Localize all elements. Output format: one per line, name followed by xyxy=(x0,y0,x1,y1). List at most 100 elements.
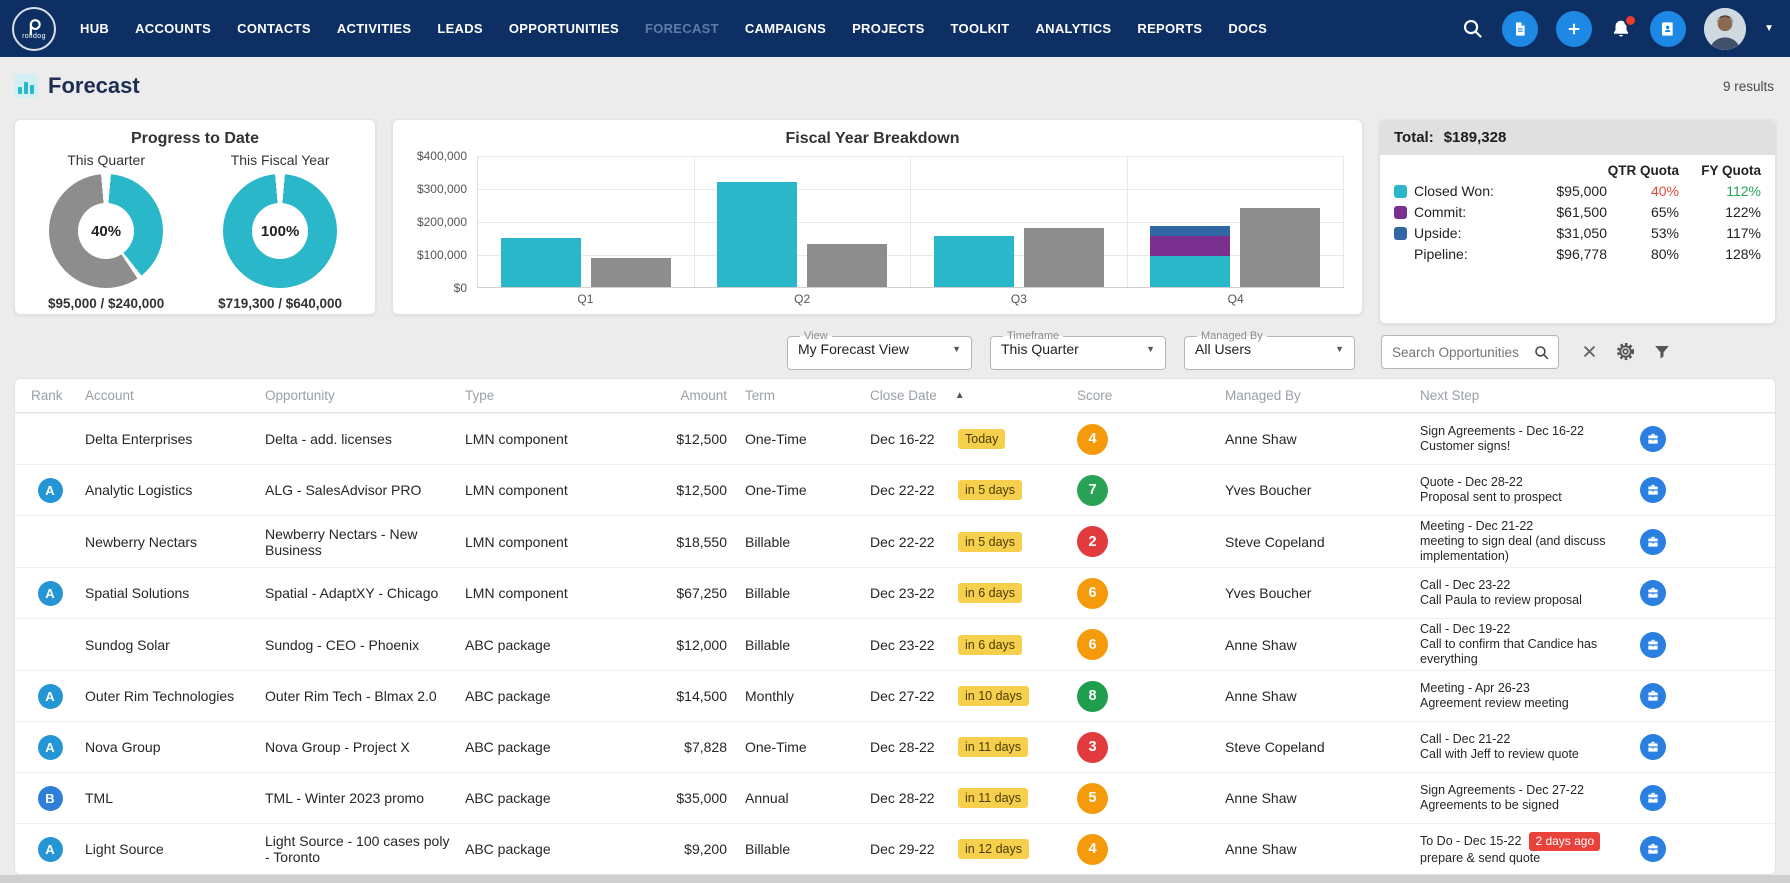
documents-icon[interactable] xyxy=(1502,10,1539,47)
table-row-delta-enterprises[interactable]: Delta Enterprises Delta - add. licenses LM… xyxy=(15,413,1775,464)
nav-item-leads[interactable]: LEADS xyxy=(437,21,483,36)
close-date-value: Dec 23-22 xyxy=(870,636,935,653)
cell-rank: A xyxy=(15,732,85,763)
bar-segment-closed-won xyxy=(1150,255,1231,287)
managed-by-select[interactable]: Managed By All Users ▼ xyxy=(1184,330,1355,370)
opportunity-link-icon[interactable] xyxy=(1640,426,1666,452)
nav-item-opportunities[interactable]: OPPORTUNITIES xyxy=(509,21,619,36)
totals-row-amount: $31,050 xyxy=(1556,225,1607,241)
next-step-line1: Meeting - Apr 26-23 xyxy=(1420,681,1530,695)
donut-label: This Fiscal Year xyxy=(230,152,330,168)
table-body: Delta Enterprises Delta - add. licenses LM… xyxy=(15,413,1775,874)
cell-type: ABC package xyxy=(465,739,551,755)
nav-item-campaigns[interactable]: CAMPAIGNS xyxy=(745,21,826,36)
nav-item-projects[interactable]: PROJECTS xyxy=(852,21,924,36)
column-header-term[interactable]: Term xyxy=(745,385,870,406)
progress-card-title: Progress to Date xyxy=(130,130,260,147)
due-badge: in 12 days xyxy=(958,839,1029,859)
nav-item-accounts[interactable]: ACCOUNTS xyxy=(135,21,211,36)
opportunity-link-icon[interactable] xyxy=(1640,683,1666,709)
opportunity-link-icon[interactable] xyxy=(1640,734,1666,760)
nav-item-reports[interactable]: REPORTS xyxy=(1137,21,1202,36)
opportunity-link-icon[interactable] xyxy=(1640,528,1666,555)
column-header-opportunity[interactable]: Opportunity xyxy=(265,385,465,406)
bar-segment-closed-won xyxy=(717,182,798,287)
table-row-nova-group[interactable]: A Nova Group Nova Group - Project X ABC pac… xyxy=(15,721,1775,772)
cell-close-date: Dec 27-22 in 10 days xyxy=(870,683,1075,709)
nav-item-activities[interactable]: ACTIVITIES xyxy=(337,21,412,36)
clear-search-icon[interactable] xyxy=(1581,343,1598,360)
search-submit-icon[interactable] xyxy=(1533,344,1550,361)
filter-bar: View My Forecast View ▼ Timeframe This Q… xyxy=(0,324,1790,370)
contacts-book-icon[interactable] xyxy=(1650,10,1687,47)
cell-next-step: Sign Agreements - Dec 16-22 Customer sign… xyxy=(1420,421,1625,457)
chart-plot xyxy=(477,156,1344,288)
opportunity-link-icon[interactable] xyxy=(1640,477,1666,503)
next-step-line1: Call - Dec 23-22 xyxy=(1420,578,1511,592)
chart-title: Fiscal Year Breakdown xyxy=(785,130,960,147)
notifications-bell-icon[interactable] xyxy=(1610,13,1638,40)
due-badge: in 10 days xyxy=(958,686,1029,706)
cell-managed-by: Anne Shaw xyxy=(1225,790,1297,806)
swatch-color xyxy=(1394,226,1407,240)
close-date-value: Dec 27-22 xyxy=(870,688,935,704)
cell-account: Outer Rim Technologies xyxy=(85,688,235,704)
table-row-newberry-nectars[interactable]: Newberry Nectars Newberry Nectars - New B… xyxy=(15,515,1775,567)
score-badge: 6 xyxy=(1077,629,1108,660)
cell-rank: A xyxy=(15,681,85,712)
timeframe-select[interactable]: Timeframe This Quarter ▼ xyxy=(990,330,1166,370)
totals-row-label: Closed Won: xyxy=(1414,183,1494,199)
opportunity-link-icon[interactable] xyxy=(1640,785,1666,811)
table-row-analytic-logistics[interactable]: A Analytic Logistics ALG - SalesAdvisor PR… xyxy=(15,464,1775,515)
due-badge: in 6 days xyxy=(958,634,1023,655)
opportunity-link-icon[interactable] xyxy=(1640,631,1666,658)
column-header-type[interactable]: Type xyxy=(465,385,635,406)
opportunities-table: Rank Account Opportunity Type Amount Term Clos… xyxy=(14,378,1776,875)
view-select[interactable]: View My Forecast View ▼ xyxy=(787,330,972,370)
app-logo[interactable]: rolidog xyxy=(12,6,56,51)
cell-opportunity: Spatial - AdaptXY - Chicago xyxy=(265,585,439,601)
column-header-next-step[interactable]: Next Step xyxy=(1420,385,1625,406)
nav-item-docs[interactable]: DOCS xyxy=(1228,21,1267,36)
nav-item-analytics[interactable]: ANALYTICS xyxy=(1035,21,1111,36)
table-row-sundog-solar[interactable]: Sundog Solar Sundog - CEO - Phoenix ABC pa… xyxy=(15,618,1775,670)
due-badge: in 5 days xyxy=(958,531,1023,552)
fiscal-year-donut-block: This Fiscal Year 100% $719,300 / $640,00… xyxy=(218,152,342,311)
table-row-tml[interactable]: B TML TML - Winter 2023 promo ABC package $3… xyxy=(15,772,1775,823)
cell-actions xyxy=(1625,731,1775,763)
column-header-managed-by[interactable]: Managed By xyxy=(1225,385,1420,406)
nav-item-toolkit[interactable]: TOOLKIT xyxy=(951,21,1010,36)
nav-item-hub[interactable]: HUB xyxy=(80,21,109,36)
nav-item-forecast[interactable]: FORECAST xyxy=(645,21,719,36)
column-header-close-date[interactable]: Close Date ▲ xyxy=(870,385,1075,406)
column-header-rank[interactable]: Rank xyxy=(15,385,85,406)
horizontal-scrollbar[interactable] xyxy=(0,875,1790,883)
table-row-light-source[interactable]: A Light Source Light Source - 100 cases po… xyxy=(15,823,1775,874)
table-row-outer-rim-technologies[interactable]: A Outer Rim Technologies Outer Rim Tech - … xyxy=(15,670,1775,721)
next-step-line1: Quote - Dec 28-22 xyxy=(1420,475,1523,489)
bar-quota xyxy=(1023,228,1104,287)
totals-row-amount: $96,778 xyxy=(1556,246,1607,262)
chart-group-q1 xyxy=(478,156,695,287)
cell-actions xyxy=(1625,680,1775,712)
settings-gear-icon[interactable] xyxy=(1615,341,1636,362)
filter-funnel-icon[interactable] xyxy=(1653,343,1671,361)
search-input[interactable] xyxy=(1390,343,1533,361)
table-header-row: Rank Account Opportunity Type Amount Term Clos… xyxy=(15,379,1775,413)
rank-badge: A xyxy=(37,734,63,760)
user-avatar[interactable] xyxy=(1704,7,1747,50)
search-icon[interactable] xyxy=(1461,17,1484,40)
cell-close-date: Dec 23-22 in 6 days xyxy=(870,632,1075,658)
opportunity-link-icon[interactable] xyxy=(1640,580,1666,606)
column-header-account[interactable]: Account xyxy=(85,385,265,406)
column-header-amount[interactable]: Amount xyxy=(635,385,745,406)
totals-row-fy-quota: 112% xyxy=(1726,183,1761,199)
add-new-icon[interactable] xyxy=(1556,10,1593,47)
column-header-score[interactable]: Score xyxy=(1075,385,1225,406)
swatch-color xyxy=(1394,205,1407,219)
opportunity-link-icon[interactable] xyxy=(1640,836,1666,862)
user-menu-chevron-icon[interactable]: ▼ xyxy=(1764,23,1774,34)
dashboard-cards: Progress to Date This Quarter 40% $95,00… xyxy=(0,119,1790,324)
nav-item-contacts[interactable]: CONTACTS xyxy=(237,21,311,36)
table-row-spatial-solutions[interactable]: A Spatial Solutions Spatial - AdaptXY - Ch… xyxy=(15,567,1775,618)
